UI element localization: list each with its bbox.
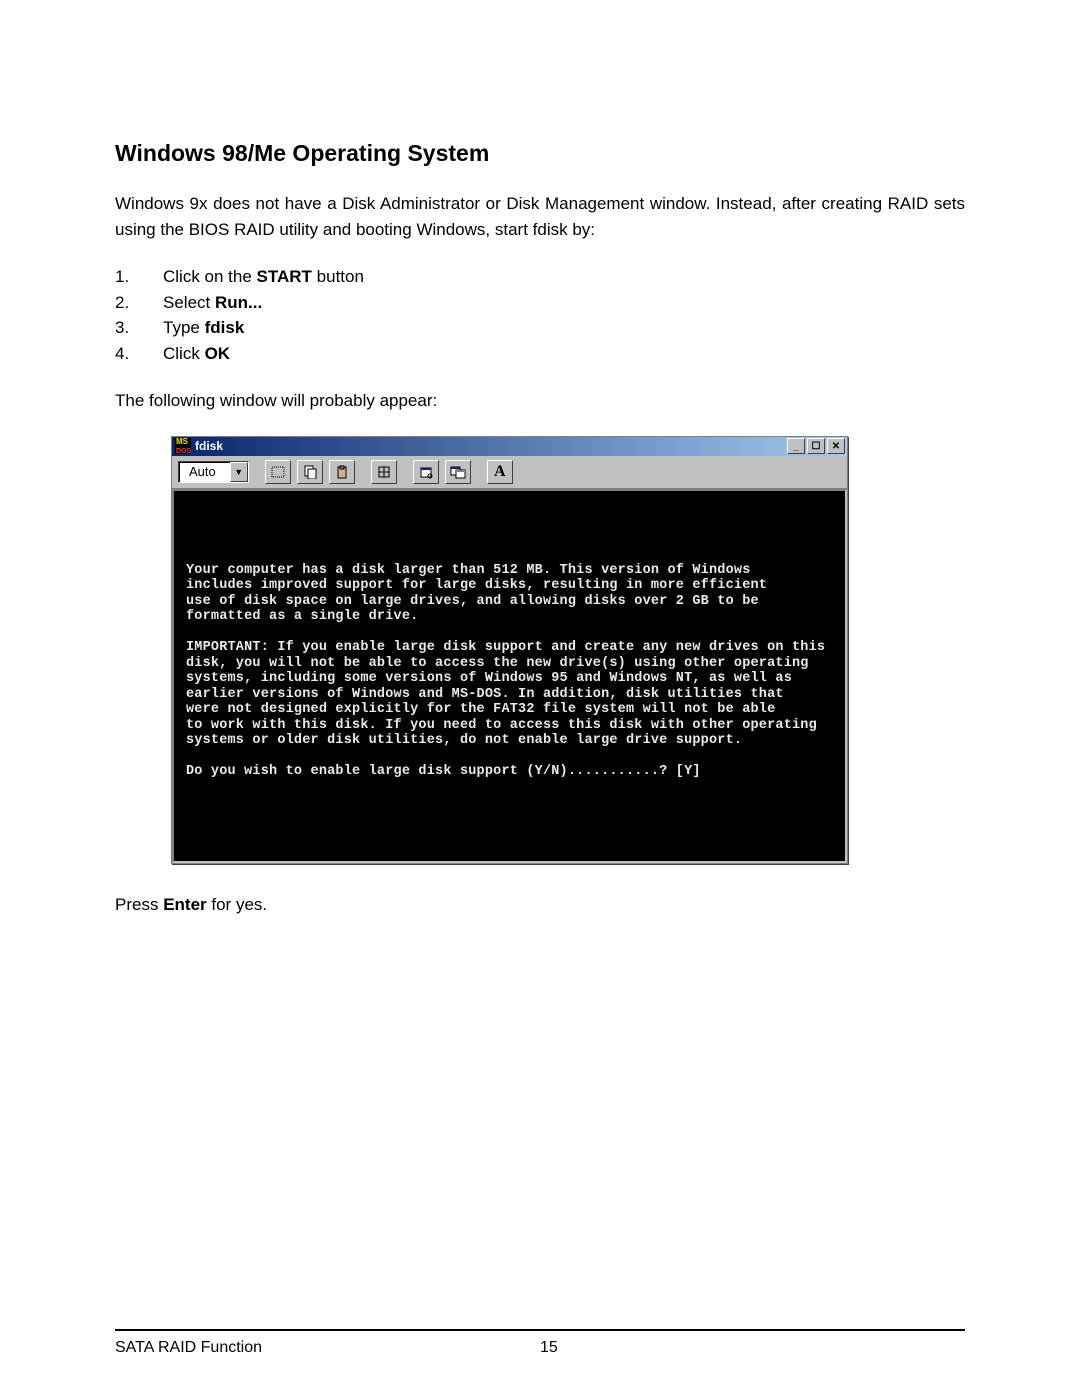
step-item: 4.Click OK	[115, 341, 965, 367]
window-title: fdisk	[195, 439, 787, 453]
step-item: 2.Select Run...	[115, 290, 965, 316]
section-heading: Windows 98/Me Operating System	[115, 140, 965, 167]
page-footer: SATA RAID Function 15	[115, 1329, 965, 1357]
copy-icon[interactable]	[297, 460, 323, 484]
font-size-combo[interactable]: Auto ▼	[178, 461, 249, 483]
minimize-button[interactable]: _	[787, 438, 805, 454]
fullscreen-icon[interactable]	[371, 460, 397, 484]
close-button[interactable]: ✕	[827, 438, 845, 454]
steps-list: 1.Click on the START button 2.Select Run…	[115, 264, 965, 366]
step-item: 3.Type fdisk	[115, 315, 965, 341]
terminal-output: Your computer has a disk larger than 512…	[172, 489, 847, 863]
window-toolbar: Auto ▼ A	[172, 456, 847, 489]
properties-icon[interactable]	[413, 460, 439, 484]
paste-icon[interactable]	[329, 460, 355, 484]
mark-icon[interactable]	[265, 460, 291, 484]
step-item: 1.Click on the START button	[115, 264, 965, 290]
background-icon[interactable]	[445, 460, 471, 484]
chevron-down-icon[interactable]: ▼	[230, 462, 248, 482]
fdisk-window: fdisk _ ☐ ✕ Auto ▼	[171, 436, 848, 864]
maximize-button[interactable]: ☐	[807, 438, 825, 454]
font-icon[interactable]: A	[487, 460, 513, 484]
intro-paragraph: Windows 9x does not have a Disk Administ…	[115, 191, 965, 242]
window-titlebar[interactable]: fdisk _ ☐ ✕	[172, 437, 847, 456]
post-window-text: Press Enter for yes.	[115, 892, 965, 918]
msdos-icon	[175, 438, 191, 454]
footer-page-number: 15	[540, 1339, 965, 1357]
pre-window-text: The following window will probably appea…	[115, 388, 965, 414]
footer-section-name: SATA RAID Function	[115, 1339, 540, 1357]
